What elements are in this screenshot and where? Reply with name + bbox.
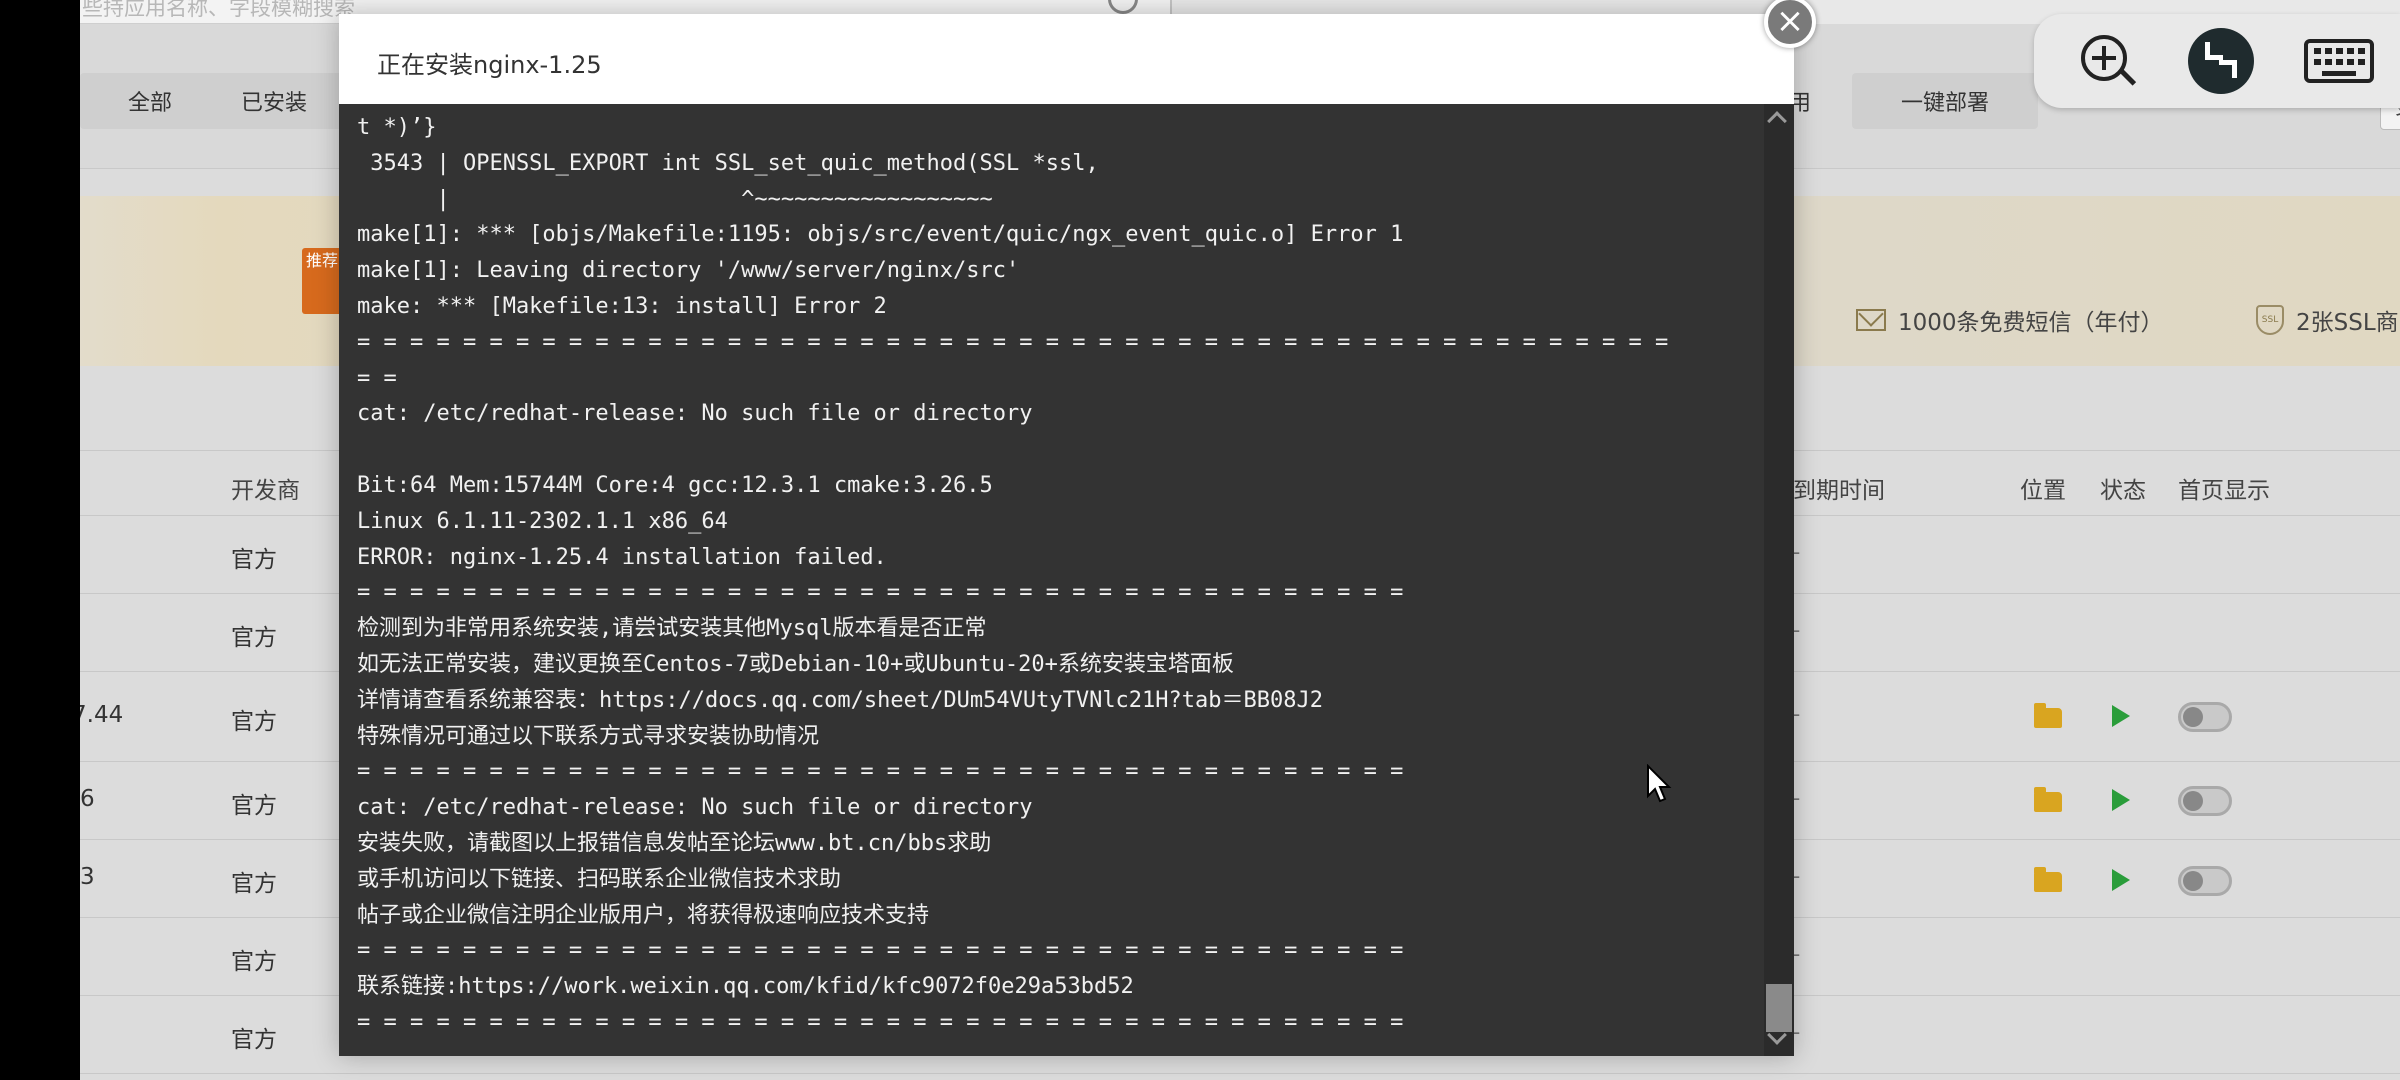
- terminal-line: = = = = = = = = = = = = = = = = = = = = …: [357, 938, 1404, 964]
- row-expire: -: [1793, 702, 1801, 726]
- remote-connect-icon: [2188, 28, 2254, 94]
- promo-sms-label: 1000条免费短信（年付）: [1898, 310, 2164, 336]
- terminal-line: cat: /etc/redhat-release: No such file o…: [357, 401, 1033, 427]
- play-icon[interactable]: [2112, 789, 2130, 811]
- row-expire: -: [1793, 540, 1801, 564]
- promo-ssl-item[interactable]: SSL 2张SSL商: [2256, 303, 2399, 337]
- play-icon[interactable]: [2112, 869, 2130, 891]
- terminal-line: ERROR: nginx-1.25.4 installation failed.: [357, 544, 887, 570]
- keyboard-icon: [2304, 39, 2374, 83]
- terminal-line: 联系链接:https://work.weixin.qq.com/kfid/kfc…: [357, 974, 1134, 1000]
- row-developer: 官方: [231, 949, 277, 975]
- row-expire: -: [1793, 1020, 1801, 1044]
- terminal-line: = = = = = = = = = = = = = = = = = = = = …: [357, 329, 1669, 355]
- row-expire: -: [1793, 942, 1801, 966]
- mail-icon: [1856, 309, 1886, 331]
- promo-ssl-label: 2张SSL商: [2296, 310, 2399, 336]
- remote-toolbar: [2034, 14, 2400, 108]
- terminal-line: 或手机访问以下链接、扫码联系企业微信技术求助: [357, 866, 842, 892]
- play-icon[interactable]: [2112, 705, 2130, 727]
- header-location: 位置: [2020, 478, 2066, 504]
- terminal-line: 安装失败，请截图以上报错信息发帖至论坛www.bt.cn/bbs求助: [357, 830, 992, 856]
- scroll-thumb[interactable]: [1766, 984, 1792, 1032]
- homepage-toggle[interactable]: [2178, 786, 2232, 816]
- terminal-line: cat: /etc/redhat-release: No such file o…: [357, 795, 1033, 821]
- header-expire: 到期时间: [1793, 478, 1885, 504]
- row-developer: 官方: [231, 625, 277, 651]
- terminal-line: | ^~~~~~~~~~~~~~~~~~~: [357, 186, 993, 212]
- install-dialog: 正在安装nginx-1.25 t *)’} 3543 | OPENSSL_EXP…: [339, 14, 1794, 1056]
- terminal-line: make[1]: *** [objs/Makefile:1195: objs/s…: [357, 222, 1404, 248]
- install-log-terminal[interactable]: t *)’} 3543 | OPENSSL_EXPORT int SSL_set…: [339, 104, 1764, 1056]
- terminal-line: make: *** [Makefile:13: install] Error 2: [357, 293, 887, 319]
- terminal-line: 特殊情况可通过以下联系方式寻求安装协助情况: [357, 723, 820, 749]
- zoom-in-icon: [2081, 35, 2137, 87]
- dialog-header: 正在安装nginx-1.25: [339, 14, 1794, 104]
- terminal-line: = =: [357, 365, 397, 391]
- keyboard-button[interactable]: [2292, 14, 2386, 108]
- terminal-scrollbar[interactable]: [1764, 104, 1794, 1056]
- filter-all-button[interactable]: 全部: [80, 73, 220, 129]
- row-expire: -: [1793, 864, 1801, 888]
- folder-icon[interactable]: [2034, 703, 2062, 728]
- terminal-line: 帖子或企业微信注明企业版用户，将获得极速响应技术支持: [357, 902, 930, 928]
- row-developer: 官方: [231, 793, 277, 819]
- row-developer: 官方: [231, 709, 277, 735]
- scroll-up-icon[interactable]: [1767, 111, 1787, 131]
- folder-icon[interactable]: [2034, 867, 2062, 892]
- terminal-line: t *)’}: [357, 115, 437, 140]
- terminal-line: 检测到为非常用系统安装,请尝试安装其他Mysql版本看是否正常: [357, 616, 987, 642]
- filter-one-click-deploy-button[interactable]: 一键部署: [1852, 73, 2038, 129]
- row-version: 3: [80, 864, 95, 890]
- zoom-in-button[interactable]: [2060, 14, 2154, 108]
- header-homepage: 首页显示: [2178, 478, 2270, 504]
- terminal-line: 如无法正常安装，建议更换至Centos-7或Debian-10+或Ubuntu-…: [357, 651, 1234, 677]
- row-version: 7.44: [80, 702, 124, 728]
- terminal-line: 详情请查看系统兼容表：https://docs.qq.com/sheet/DUm…: [357, 687, 1323, 713]
- dialog-title: 正在安装nginx-1.25: [377, 51, 602, 79]
- terminal-line: = = = = = = = = = = = = = = = = = = = = …: [357, 580, 1404, 606]
- header-status: 状态: [2100, 478, 2146, 504]
- terminal-line: = = = = = = = = = = = = = = = = = = = = …: [357, 759, 1404, 785]
- row-expire: -: [1793, 786, 1801, 810]
- folder-icon[interactable]: [2034, 787, 2062, 812]
- row-expire: -: [1793, 618, 1801, 642]
- terminal-line: 3543 | OPENSSL_EXPORT int SSL_set_quic_m…: [357, 150, 1099, 176]
- ssl-icon: SSL: [2256, 305, 2284, 335]
- terminal-line: make[1]: Leaving directory '/www/server/…: [357, 258, 1020, 284]
- terminal-line: Linux 6.1.11-2302.1.1 x86_64: [357, 508, 728, 534]
- homepage-toggle[interactable]: [2178, 866, 2232, 896]
- remote-connect-button[interactable]: [2174, 14, 2268, 108]
- header-developer: 开发商: [231, 478, 300, 504]
- promo-ribbon: 推荐: [302, 248, 342, 314]
- terminal-line: Bit:64 Mem:15744M Core:4 gcc:12.3.1 cmak…: [357, 472, 993, 498]
- homepage-toggle[interactable]: [2178, 702, 2232, 732]
- row-developer: 官方: [231, 1027, 277, 1053]
- terminal-line: = = = = = = = = = = = = = = = = = = = = …: [357, 1009, 1404, 1035]
- promo-sms-item[interactable]: 1000条免费短信（年付）: [1856, 303, 2164, 337]
- row-developer: 官方: [231, 547, 277, 573]
- row-version: 6: [80, 786, 95, 812]
- row-developer: 官方: [231, 871, 277, 897]
- filter-installed-button[interactable]: 已安装: [204, 73, 344, 129]
